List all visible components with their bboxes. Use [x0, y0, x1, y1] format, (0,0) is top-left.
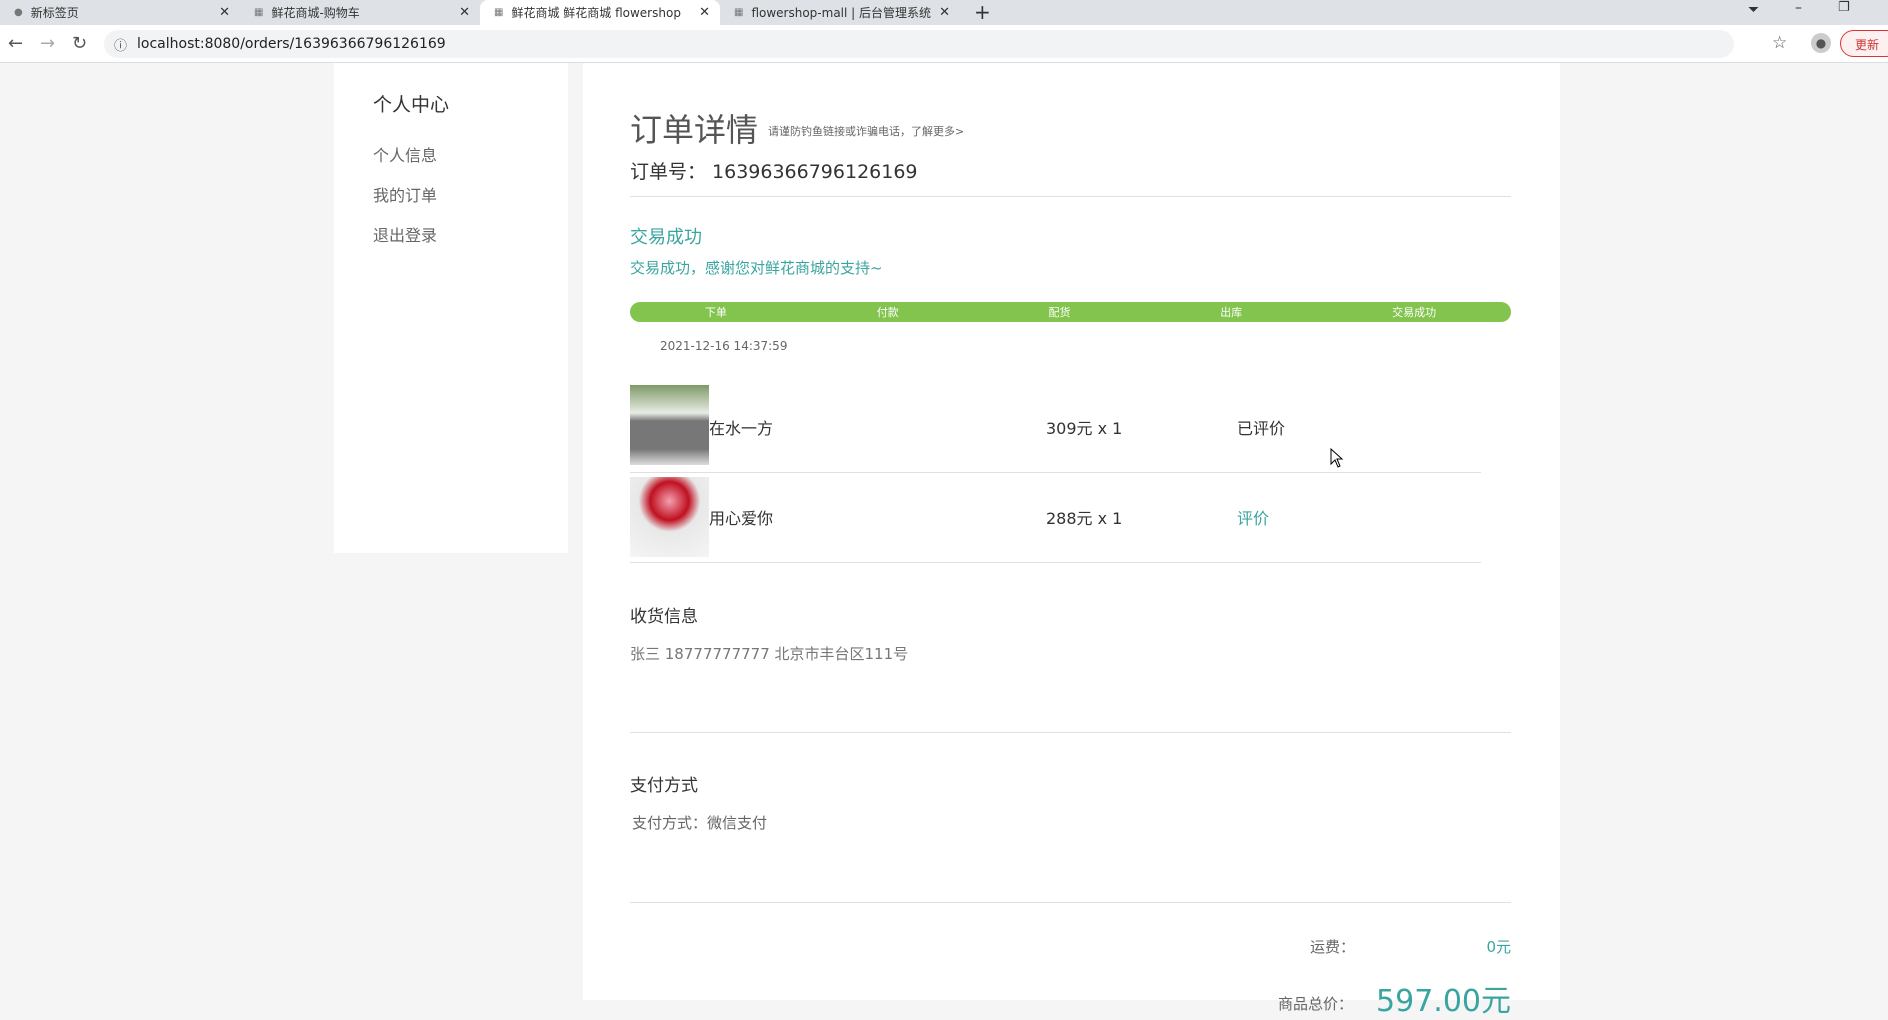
divider [630, 732, 1511, 733]
close-icon[interactable]: ✕ [939, 5, 950, 20]
review-status: 已评价 [1237, 419, 1286, 438]
total-value: 597.00元 [1376, 984, 1511, 1019]
tab-flowershop[interactable]: ▦ 鲜花商城 鲜花商城 flowershop ✕ [480, 0, 720, 25]
newbee-icon: ▦ [254, 7, 264, 18]
close-icon[interactable]: ✕ [219, 5, 230, 20]
mouse-cursor-icon [1330, 448, 1344, 468]
freight-label: 运费： [1310, 938, 1356, 956]
order-item-row: 用心爱你 288元 x 1 评价 [630, 475, 1481, 563]
page-title: 订单详情 [630, 111, 759, 149]
order-item-row: 在水一方 309元 x 1 已评价 [630, 385, 1481, 473]
payment-title: 支付方式 [630, 776, 698, 796]
browser-tab-bar: ● 新标签页 ✕ ▦ 鲜花商城-购物车 ✕ ▦ 鲜花商城 鲜花商城 flowershop ✕… [0, 0, 1888, 25]
close-icon[interactable]: ✕ [699, 5, 710, 20]
newbee-icon: ▦ [494, 7, 504, 18]
back-icon[interactable]: ← [8, 33, 23, 54]
tab-search-icon[interactable]: ⏷ [1748, 2, 1759, 18]
sidebar-item-orders[interactable]: 我的订单 [373, 182, 437, 206]
product-price: 309元 x 1 [1046, 419, 1123, 438]
shipping-info: 张三 18777777777 北京市丰台区111号 [630, 645, 909, 663]
product-price: 288元 x 1 [1046, 509, 1123, 528]
sidebar: 个人中心 个人信息 我的订单 退出登录 [334, 63, 568, 553]
newbee-icon: ▦ [734, 7, 744, 18]
tab-admin[interactable]: ▦ flowershop-mall | 后台管理系统 ✕ [720, 0, 960, 25]
tab-new-tab[interactable]: ● 新标签页 ✕ [0, 0, 240, 25]
order-status: 交易成功 [630, 227, 702, 248]
sidebar-item-profile[interactable]: 个人信息 [373, 142, 437, 166]
tab-title: 鲜花商城 鲜花商城 flowershop [511, 6, 681, 20]
payment-info: 支付方式：微信支付 [632, 814, 768, 832]
update-button[interactable]: 更新 [1840, 30, 1888, 57]
product-name[interactable]: 用心爱你 [709, 505, 773, 529]
order-number-value: 16396366796126169 [712, 161, 918, 183]
divider [630, 902, 1511, 903]
minimize-button[interactable]: – [1795, 0, 1802, 16]
progress-step: 交易成功 [1392, 306, 1437, 319]
tab-title: 鲜花商城-购物车 [271, 6, 360, 20]
shipping-title: 收货信息 [630, 607, 698, 627]
tab-cart[interactable]: ▦ 鲜花商城-购物车 ✕ [240, 0, 480, 25]
order-time: 2021-12-16 14:37:59 [660, 339, 788, 353]
tab-title: 新标签页 [30, 6, 79, 20]
tab-title: flowershop-mall | 后台管理系统 [751, 6, 932, 20]
order-number: 订单号： 16396366796126169 [630, 157, 918, 184]
forward-icon[interactable]: → [40, 33, 55, 54]
progress-step: 付款 [876, 306, 899, 319]
bookmark-star-icon[interactable]: ☆ [1772, 33, 1787, 53]
product-image[interactable] [630, 477, 709, 557]
globe-icon: ● [14, 7, 23, 18]
progress-step: 下单 [704, 306, 727, 319]
new-tab-button[interactable]: + [974, 0, 991, 24]
freight-value: 0元 [1486, 938, 1511, 956]
divider [630, 196, 1511, 197]
reload-icon[interactable]: ↻ [72, 33, 87, 54]
fraud-warning-link[interactable]: 请谨防钓鱼链接或诈骗电话，了解更多> [768, 123, 964, 139]
address-bar-row: ← → ↻ ⓘ localhost:8080/orders/16396366796… [0, 25, 1888, 63]
product-name[interactable]: 在水一方 [709, 415, 773, 439]
progress-step: 配货 [1048, 306, 1071, 319]
close-icon[interactable]: ✕ [459, 5, 470, 20]
info-icon: ⓘ [114, 38, 128, 54]
product-image[interactable] [630, 385, 709, 465]
order-number-label: 订单号： [630, 161, 707, 183]
order-progress-bar: 下单 付款 配货 出库 交易成功 [630, 302, 1511, 322]
order-detail-panel: 订单详情 请谨防钓鱼链接或诈骗电话，了解更多> 订单号： 163963667961… [583, 63, 1560, 1019]
restore-button[interactable]: ❐ [1838, 0, 1850, 15]
sidebar-title: 个人中心 [373, 94, 450, 116]
order-status-message: 交易成功，感谢您对鲜花商城的支持~ [630, 259, 883, 277]
url-input[interactable]: ⓘ localhost:8080/orders/16396366796126169 [104, 30, 1734, 58]
review-button[interactable]: 评价 [1237, 505, 1269, 529]
progress-step: 出库 [1220, 306, 1243, 319]
sidebar-item-logout[interactable]: 退出登录 [373, 222, 437, 246]
profile-avatar-icon[interactable]: ● [1811, 33, 1831, 53]
url-text: localhost:8080/orders/16396366796126169 [137, 36, 446, 52]
